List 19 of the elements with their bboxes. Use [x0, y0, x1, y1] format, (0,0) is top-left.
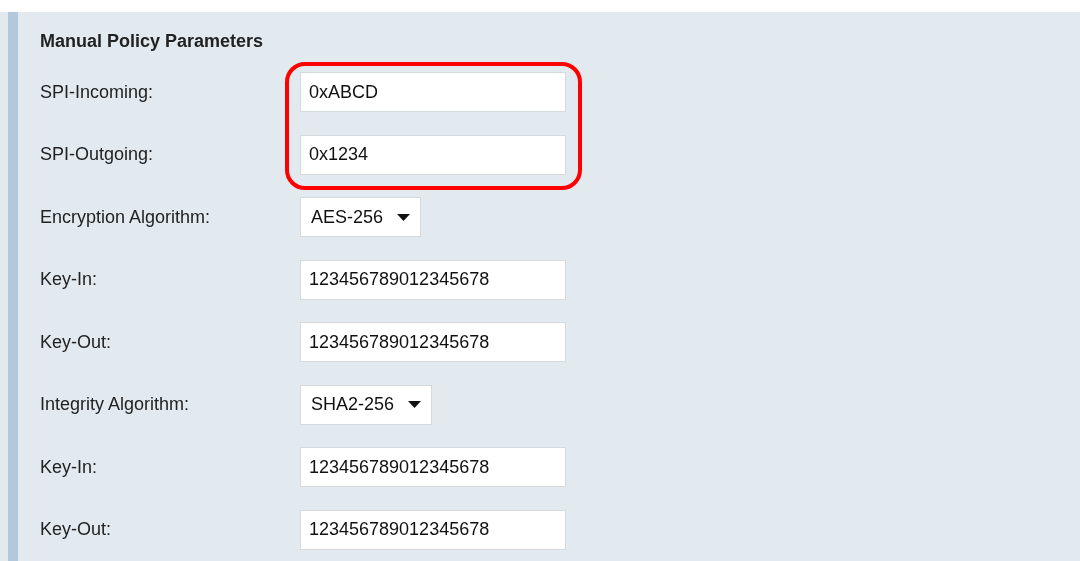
input-field[interactable]: 123456789012345678 [300, 447, 566, 488]
caret-icon [408, 401, 422, 409]
field-label: Key-Out: [40, 518, 113, 542]
field-label: Key-Out: [40, 330, 113, 354]
caret-icon [397, 213, 411, 221]
field-label: Integrity Algorithm: [40, 393, 191, 417]
dropdown[interactable]: SHA2-256 [300, 384, 433, 425]
field-label: SPI-Outgoing: [40, 143, 155, 167]
field-label: SPI-Incoming: [40, 80, 155, 104]
section-title: Manual Policy Parameters [40, 30, 265, 53]
input-field[interactable]: 123456789012345678 [300, 509, 566, 550]
input-field[interactable]: 0xABCD [300, 72, 566, 113]
dropdown[interactable]: AES-256 [300, 197, 422, 238]
input-field[interactable]: 123456789012345678 [300, 259, 566, 300]
input-field[interactable]: 0x1234 [300, 134, 566, 175]
field-label: Key-In: [40, 268, 99, 292]
input-field[interactable]: 123456789012345678 [300, 322, 566, 363]
field-label: Key-In: [40, 455, 99, 479]
field-label: Encryption Algorithm: [40, 205, 212, 229]
